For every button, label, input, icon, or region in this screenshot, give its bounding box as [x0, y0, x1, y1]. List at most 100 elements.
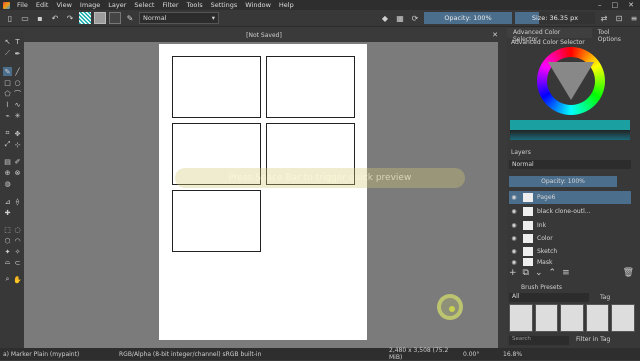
eye-icon[interactable]: ◉	[509, 259, 519, 266]
rect-select-icon[interactable]: ⬚	[3, 225, 12, 234]
document-tab[interactable]: [Not Saved] ✕	[24, 28, 504, 42]
menu-edit[interactable]: Edit	[32, 1, 53, 9]
menu-select[interactable]: Select	[130, 1, 158, 9]
move-down-icon[interactable]: ⌄	[535, 268, 543, 278]
polyline-tool-icon[interactable]: ⌒	[13, 89, 22, 98]
dynamic-brush-icon[interactable]: ⌁	[3, 111, 12, 120]
move-tool-icon[interactable]: ✥	[13, 129, 22, 138]
eraser-icon[interactable]: ◆	[379, 12, 391, 24]
rectangle-tool-icon[interactable]: □	[3, 78, 12, 87]
fill-tool-icon[interactable]: ◍	[3, 179, 12, 188]
foreground-swatch[interactable]	[94, 12, 106, 24]
move-up-icon[interactable]: ⌃	[549, 268, 557, 278]
layer-row[interactable]: ◉ black clone-outl...	[509, 205, 631, 218]
select-shapes-icon[interactable]: ↖	[3, 37, 12, 46]
brush-preset-item[interactable]	[534, 304, 559, 332]
brush-preset-item[interactable]	[611, 304, 635, 332]
layer-row[interactable]: ◉ Ink	[509, 219, 631, 232]
bezier-tool-icon[interactable]: ⌇	[3, 100, 12, 109]
magnetic-select-icon[interactable]: ⊂	[13, 258, 22, 267]
paper-page[interactable]	[159, 44, 367, 340]
status-zoom[interactable]: 16.8%	[503, 351, 522, 358]
ellipse-select-icon[interactable]: ◌	[13, 225, 22, 234]
color-triangle[interactable]	[548, 62, 594, 100]
close-document-icon[interactable]: ✕	[492, 31, 498, 39]
redo-icon[interactable]: ↷	[64, 12, 76, 24]
add-layer-icon[interactable]: +	[509, 268, 517, 278]
eye-icon[interactable]: ◉	[509, 222, 519, 229]
colorize-mask-icon[interactable]: ⊗	[13, 168, 22, 177]
menu-file[interactable]: File	[13, 1, 32, 9]
eye-icon[interactable]: ◉	[509, 235, 519, 242]
gradient-tool-icon[interactable]: ▤	[3, 157, 12, 166]
undo-icon[interactable]: ↶	[49, 12, 61, 24]
properties-icon[interactable]: ≡	[562, 268, 570, 278]
brush-preset-icon[interactable]: ✎	[124, 12, 136, 24]
menu-tools[interactable]: Tools	[183, 1, 207, 9]
minimize-icon[interactable]: –	[598, 1, 602, 9]
maximize-icon[interactable]: □	[612, 1, 619, 9]
preserve-alpha-icon[interactable]: ▦	[394, 12, 406, 24]
canvas-scrollbar[interactable]	[498, 42, 504, 348]
menu-settings[interactable]: Settings	[207, 1, 242, 9]
blend-mode-select[interactable]: Normal ▾	[139, 12, 219, 24]
contiguous-select-icon[interactable]: ✦	[3, 247, 12, 256]
warp-tool-icon[interactable]: ⊹	[13, 140, 22, 149]
line-tool-icon[interactable]: ╱	[13, 67, 22, 76]
reference-tool-icon[interactable]: ✚	[3, 208, 12, 217]
polygon-tool-icon[interactable]: ⬠	[3, 89, 12, 98]
assistant-tool-icon[interactable]: ⊿	[3, 197, 12, 206]
save-icon[interactable]: ▪	[34, 12, 46, 24]
layers-opacity-slider[interactable]: Opacity: 100%	[509, 176, 617, 187]
measure-tool-icon[interactable]: ⟠	[13, 197, 22, 206]
layer-row[interactable]: ◉ Color	[509, 232, 631, 245]
zoom-tool-icon[interactable]: ⌕	[3, 275, 12, 284]
pan-tool-icon[interactable]: ✋	[13, 275, 22, 284]
menu-view[interactable]: View	[52, 1, 75, 9]
duplicate-layer-icon[interactable]: ⧉	[523, 268, 529, 278]
opacity-slider[interactable]: Opacity: 100%	[424, 12, 512, 24]
layers-blend-select[interactable]: Normal	[509, 160, 631, 169]
brush-tool-icon[interactable]: ✎	[3, 67, 12, 76]
close-icon[interactable]: ✕	[628, 1, 634, 9]
bezier-select-icon[interactable]: ⌓	[3, 258, 12, 267]
menu-help[interactable]: Help	[275, 1, 298, 9]
freehand-path-icon[interactable]: ∿	[13, 100, 22, 109]
tab-color-selector[interactable]: Advanced Color Selector	[507, 28, 592, 43]
similar-select-icon[interactable]: ✧	[13, 247, 22, 256]
preset-filter-select[interactable]: All	[509, 293, 589, 302]
menu-filter[interactable]: Filter	[158, 1, 182, 9]
open-icon[interactable]: ▭	[19, 12, 31, 24]
color-history-bars[interactable]	[510, 120, 630, 140]
edit-shapes-icon[interactable]: ⟋	[3, 49, 12, 58]
new-document-icon[interactable]: ▯	[4, 12, 16, 24]
gradient-swatch[interactable]	[79, 12, 91, 24]
menu-image[interactable]: Image	[76, 1, 104, 9]
layer-row[interactable]: ◉ Page6	[509, 191, 631, 204]
workspace-icon[interactable]: ≡	[628, 12, 640, 24]
wrap-icon[interactable]: ⊡	[613, 12, 625, 24]
crop-tool-icon[interactable]: ⌗	[3, 129, 12, 138]
size-slider[interactable]: Size: 36.35 px	[515, 12, 595, 24]
calligraphy-icon[interactable]: ✒	[13, 49, 22, 58]
text-tool-icon[interactable]: T	[13, 37, 22, 46]
preset-search-input[interactable]: Search	[509, 336, 569, 345]
multibrush-icon[interactable]: ✳	[13, 111, 22, 120]
layer-row[interactable]: ◉ Mask	[509, 258, 631, 266]
menu-layer[interactable]: Layer	[104, 1, 130, 9]
polygon-select-icon[interactable]: ⬡	[3, 236, 12, 245]
eye-icon[interactable]: ◉	[509, 194, 519, 201]
menu-window[interactable]: Window	[241, 1, 275, 9]
eye-icon[interactable]: ◉	[509, 208, 519, 215]
eye-icon[interactable]: ◉	[509, 248, 519, 255]
tab-tool-options[interactable]: Tool Options	[592, 28, 640, 43]
transform-tool-icon[interactable]: ⤢	[3, 140, 12, 149]
layer-row[interactable]: ◉ Sketch	[509, 245, 631, 258]
smart-patch-icon[interactable]: ⊕	[3, 168, 12, 177]
freehand-select-icon[interactable]: ◠	[13, 236, 22, 245]
pattern-swatch[interactable]	[109, 12, 121, 24]
brush-preset-item[interactable]	[509, 304, 533, 332]
ellipse-tool-icon[interactable]: ○	[13, 78, 22, 87]
colorpicker-icon[interactable]: ✐	[13, 157, 22, 166]
mirror-icon[interactable]: ⇄	[598, 12, 610, 24]
